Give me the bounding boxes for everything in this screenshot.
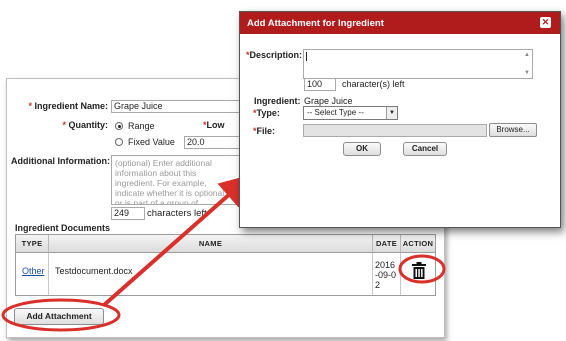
ingredient-documents-title: Ingredient Documents [15,223,111,233]
add-attachment-modal: Add Attachment for Ingredient ✕ *Descrip… [239,11,561,228]
browse-button[interactable]: Browse... [489,123,537,137]
additional-info-textarea[interactable]: (optional) Enter additional information … [111,155,240,205]
required-mark: * [28,101,32,111]
modal-title-bar: Add Attachment for Ingredient ✕ [240,12,560,34]
document-name: Testdocument.docx [55,266,133,276]
documents-table: Type Name Date Action Other Testdocument… [15,234,436,296]
chars-left-label: characters left [147,208,207,219]
column-header-date[interactable]: Date [373,235,401,253]
type-label: *Type: [253,108,280,118]
low-label: *Low [203,120,225,130]
ok-button[interactable]: OK [343,142,381,156]
column-header-action: Action [401,235,435,253]
description-chars-left-counter: 100 [304,78,336,91]
column-divider [48,253,49,295]
ingredient-name-input[interactable]: Grape Juice [111,100,247,113]
column-divider [400,253,401,295]
column-divider [372,253,373,295]
description-textarea[interactable]: ▲ ▼ [303,49,533,79]
file-label: *File: [253,126,276,136]
document-type-link[interactable]: Other [22,266,45,276]
file-path-field[interactable] [303,124,487,137]
description-label: *Description: [245,50,302,60]
quantity-label: * Quantity: [62,120,108,130]
ingredient-value: Grape Juice [304,96,353,106]
trash-icon [412,262,426,279]
range-option-label: Range [128,121,155,131]
add-attachment-button[interactable]: Add Attachment [14,308,104,325]
ingredient-label: Ingredient: [254,96,301,106]
textarea-scroll-down-icon[interactable]: ▼ [524,70,530,76]
range-radio[interactable] [115,122,123,130]
additional-info-label: Additional Information: [11,156,110,166]
textarea-scroll-up-icon[interactable]: ▲ [524,52,530,58]
ingredient-name-label: * Ingredient Name: [28,101,108,111]
chars-left-counter: 249 [111,207,145,220]
column-header-type[interactable]: Type [16,235,49,253]
close-icon[interactable]: ✕ [540,17,551,28]
textarea-caret [306,52,307,61]
document-date: 2016-09-02 [375,260,397,290]
column-header-name[interactable]: Name [49,235,373,253]
type-select[interactable]: -- Select Type -- ▼ [303,106,398,120]
modal-title: Add Attachment for Ingredient [247,18,384,29]
fixed-value-option-label: Fixed Value [128,137,175,147]
fixed-value-radio[interactable] [115,138,123,146]
chevron-down-icon: ▼ [386,107,397,119]
cancel-button[interactable]: Cancel [403,142,447,156]
delete-attachment-button[interactable] [409,260,429,282]
description-chars-left-label: character(s) left [342,79,405,89]
